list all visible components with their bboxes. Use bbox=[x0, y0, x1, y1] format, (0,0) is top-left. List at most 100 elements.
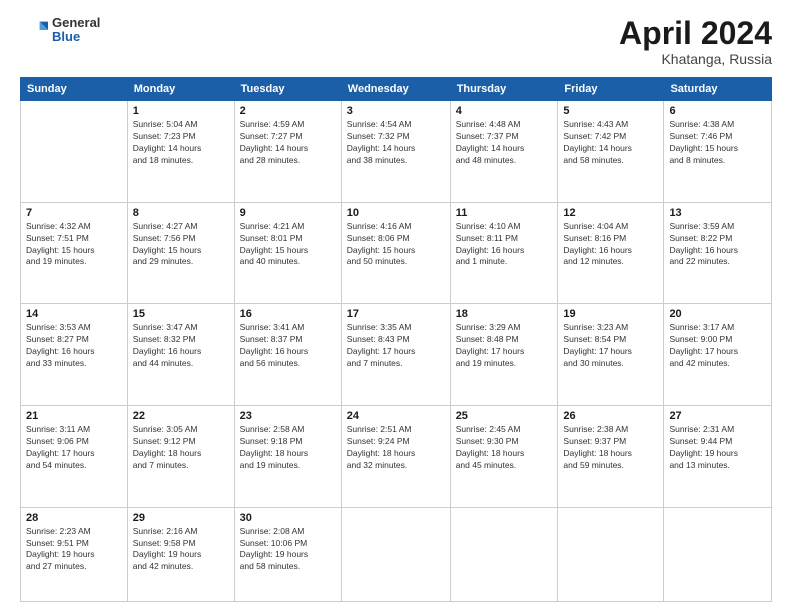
day-number: 14 bbox=[26, 308, 122, 320]
day-number: 27 bbox=[669, 410, 766, 422]
table-row: 13 Sunrise: 3:59 AM Sunset: 8:22 PM Dayli… bbox=[664, 202, 772, 304]
day-info: Sunrise: 2:31 AM Sunset: 9:44 PM Dayligh… bbox=[669, 424, 766, 472]
day-number: 29 bbox=[133, 512, 229, 524]
day-info: Sunrise: 3:11 AM Sunset: 9:06 PM Dayligh… bbox=[26, 424, 122, 472]
logo-text: General Blue bbox=[52, 16, 100, 45]
day-number: 2 bbox=[240, 105, 336, 117]
day-info: Sunrise: 4:48 AM Sunset: 7:37 PM Dayligh… bbox=[456, 119, 553, 167]
day-number: 5 bbox=[563, 105, 658, 117]
day-number: 10 bbox=[347, 207, 445, 219]
table-row: 22 Sunrise: 3:05 AM Sunset: 9:12 PM Dayli… bbox=[127, 406, 234, 508]
day-number: 21 bbox=[26, 410, 122, 422]
header-tuesday: Tuesday bbox=[234, 78, 341, 101]
logo: General Blue bbox=[20, 16, 100, 45]
header-friday: Friday bbox=[558, 78, 664, 101]
table-row: 30 Sunrise: 2:08 AM Sunset: 10:06 PM Dayl… bbox=[234, 507, 341, 601]
header: General Blue April 2024 Khatanga, Russia bbox=[20, 16, 772, 67]
day-number: 17 bbox=[347, 308, 445, 320]
day-info: Sunrise: 4:43 AM Sunset: 7:42 PM Dayligh… bbox=[563, 119, 658, 167]
title-block: April 2024 Khatanga, Russia bbox=[619, 16, 772, 67]
table-row: 18Sunrise: 3:29 AM Sunset: 8:48 PM Dayli… bbox=[450, 304, 558, 406]
table-row bbox=[341, 507, 450, 601]
day-number: 4 bbox=[456, 105, 553, 117]
day-info: Sunrise: 3:53 AM Sunset: 8:27 PM Dayligh… bbox=[26, 322, 122, 370]
day-info: Sunrise: 3:35 AM Sunset: 8:43 PM Dayligh… bbox=[347, 322, 445, 370]
header-saturday: Saturday bbox=[664, 78, 772, 101]
table-row bbox=[450, 507, 558, 601]
table-row: 28 Sunrise: 2:23 AM Sunset: 9:51 PM Dayli… bbox=[21, 507, 128, 601]
table-row: 14 Sunrise: 3:53 AM Sunset: 8:27 PM Dayli… bbox=[21, 304, 128, 406]
table-row: 9Sunrise: 4:21 AM Sunset: 8:01 PM Daylig… bbox=[234, 202, 341, 304]
header-monday: Monday bbox=[127, 78, 234, 101]
day-number: 23 bbox=[240, 410, 336, 422]
day-number: 30 bbox=[240, 512, 336, 524]
logo-general-text: General bbox=[52, 16, 100, 30]
table-row: 21 Sunrise: 3:11 AM Sunset: 9:06 PM Dayli… bbox=[21, 406, 128, 508]
day-info: Sunrise: 3:47 AM Sunset: 8:32 PM Dayligh… bbox=[133, 322, 229, 370]
table-row: 11 Sunrise: 4:10 AM Sunset: 8:11 PM Dayli… bbox=[450, 202, 558, 304]
day-info: Sunrise: 3:23 AM Sunset: 8:54 PM Dayligh… bbox=[563, 322, 658, 370]
table-row: 26Sunrise: 2:38 AM Sunset: 9:37 PM Dayli… bbox=[558, 406, 664, 508]
day-info: Sunrise: 4:16 AM Sunset: 8:06 PM Dayligh… bbox=[347, 221, 445, 269]
day-number: 28 bbox=[26, 512, 122, 524]
calendar-table: Sunday Monday Tuesday Wednesday Thursday… bbox=[20, 77, 772, 602]
day-number: 15 bbox=[133, 308, 229, 320]
day-number: 16 bbox=[240, 308, 336, 320]
day-info: Sunrise: 2:16 AM Sunset: 9:58 PM Dayligh… bbox=[133, 526, 229, 574]
table-row bbox=[558, 507, 664, 601]
day-info: Sunrise: 3:59 AM Sunset: 8:22 PM Dayligh… bbox=[669, 221, 766, 269]
day-info: Sunrise: 2:08 AM Sunset: 10:06 PM Daylig… bbox=[240, 526, 336, 574]
calendar-location: Khatanga, Russia bbox=[619, 51, 772, 67]
calendar-week-row: 28 Sunrise: 2:23 AM Sunset: 9:51 PM Dayli… bbox=[21, 507, 772, 601]
calendar-week-row: 1Sunrise: 5:04 AM Sunset: 7:23 PM Daylig… bbox=[21, 101, 772, 203]
table-row: 5 Sunrise: 4:43 AM Sunset: 7:42 PM Daylig… bbox=[558, 101, 664, 203]
day-info: Sunrise: 3:05 AM Sunset: 9:12 PM Dayligh… bbox=[133, 424, 229, 472]
day-info: Sunrise: 4:10 AM Sunset: 8:11 PM Dayligh… bbox=[456, 221, 553, 269]
table-row: 3 Sunrise: 4:54 AM Sunset: 7:32 PM Daylig… bbox=[341, 101, 450, 203]
day-number: 20 bbox=[669, 308, 766, 320]
table-row: 16 Sunrise: 3:41 AM Sunset: 8:37 PM Dayli… bbox=[234, 304, 341, 406]
table-row bbox=[664, 507, 772, 601]
calendar-week-row: 14 Sunrise: 3:53 AM Sunset: 8:27 PM Dayli… bbox=[21, 304, 772, 406]
header-wednesday: Wednesday bbox=[341, 78, 450, 101]
day-number: 8 bbox=[133, 207, 229, 219]
day-number: 6 bbox=[669, 105, 766, 117]
day-info: Sunrise: 2:23 AM Sunset: 9:51 PM Dayligh… bbox=[26, 526, 122, 574]
day-number: 24 bbox=[347, 410, 445, 422]
table-row: 23 Sunrise: 2:58 AM Sunset: 9:18 PM Dayli… bbox=[234, 406, 341, 508]
day-info: Sunrise: 4:04 AM Sunset: 8:16 PM Dayligh… bbox=[563, 221, 658, 269]
table-row: 1Sunrise: 5:04 AM Sunset: 7:23 PM Daylig… bbox=[127, 101, 234, 203]
table-row: 17 Sunrise: 3:35 AM Sunset: 8:43 PM Dayli… bbox=[341, 304, 450, 406]
day-number: 3 bbox=[347, 105, 445, 117]
day-info: Sunrise: 4:54 AM Sunset: 7:32 PM Dayligh… bbox=[347, 119, 445, 167]
day-info: Sunrise: 3:17 AM Sunset: 9:00 PM Dayligh… bbox=[669, 322, 766, 370]
table-row: 19 Sunrise: 3:23 AM Sunset: 8:54 PM Dayli… bbox=[558, 304, 664, 406]
day-number: 13 bbox=[669, 207, 766, 219]
table-row: 4 Sunrise: 4:48 AM Sunset: 7:37 PM Daylig… bbox=[450, 101, 558, 203]
day-number: 22 bbox=[133, 410, 229, 422]
day-info: Sunrise: 4:21 AM Sunset: 8:01 PM Dayligh… bbox=[240, 221, 336, 269]
table-row: 29 Sunrise: 2:16 AM Sunset: 9:58 PM Dayli… bbox=[127, 507, 234, 601]
table-row: 15 Sunrise: 3:47 AM Sunset: 8:32 PM Dayli… bbox=[127, 304, 234, 406]
table-row: 8 Sunrise: 4:27 AM Sunset: 7:56 PM Daylig… bbox=[127, 202, 234, 304]
table-row: 7Sunrise: 4:32 AM Sunset: 7:51 PM Daylig… bbox=[21, 202, 128, 304]
day-number: 1 bbox=[133, 105, 229, 117]
day-info: Sunrise: 2:58 AM Sunset: 9:18 PM Dayligh… bbox=[240, 424, 336, 472]
day-info: Sunrise: 4:27 AM Sunset: 7:56 PM Dayligh… bbox=[133, 221, 229, 269]
day-info: Sunrise: 2:38 AM Sunset: 9:37 PM Dayligh… bbox=[563, 424, 658, 472]
day-number: 19 bbox=[563, 308, 658, 320]
day-info: Sunrise: 3:41 AM Sunset: 8:37 PM Dayligh… bbox=[240, 322, 336, 370]
header-thursday: Thursday bbox=[450, 78, 558, 101]
table-row: 20 Sunrise: 3:17 AM Sunset: 9:00 PM Dayli… bbox=[664, 304, 772, 406]
logo-icon bbox=[20, 16, 48, 44]
logo-blue-text: Blue bbox=[52, 30, 100, 44]
day-info: Sunrise: 2:45 AM Sunset: 9:30 PM Dayligh… bbox=[456, 424, 553, 472]
table-row: 25 Sunrise: 2:45 AM Sunset: 9:30 PM Dayli… bbox=[450, 406, 558, 508]
day-number: 11 bbox=[456, 207, 553, 219]
day-info: Sunrise: 4:38 AM Sunset: 7:46 PM Dayligh… bbox=[669, 119, 766, 167]
day-info: Sunrise: 4:59 AM Sunset: 7:27 PM Dayligh… bbox=[240, 119, 336, 167]
calendar-week-row: 21 Sunrise: 3:11 AM Sunset: 9:06 PM Dayli… bbox=[21, 406, 772, 508]
table-row: 12Sunrise: 4:04 AM Sunset: 8:16 PM Dayli… bbox=[558, 202, 664, 304]
day-number: 25 bbox=[456, 410, 553, 422]
day-number: 18 bbox=[456, 308, 553, 320]
